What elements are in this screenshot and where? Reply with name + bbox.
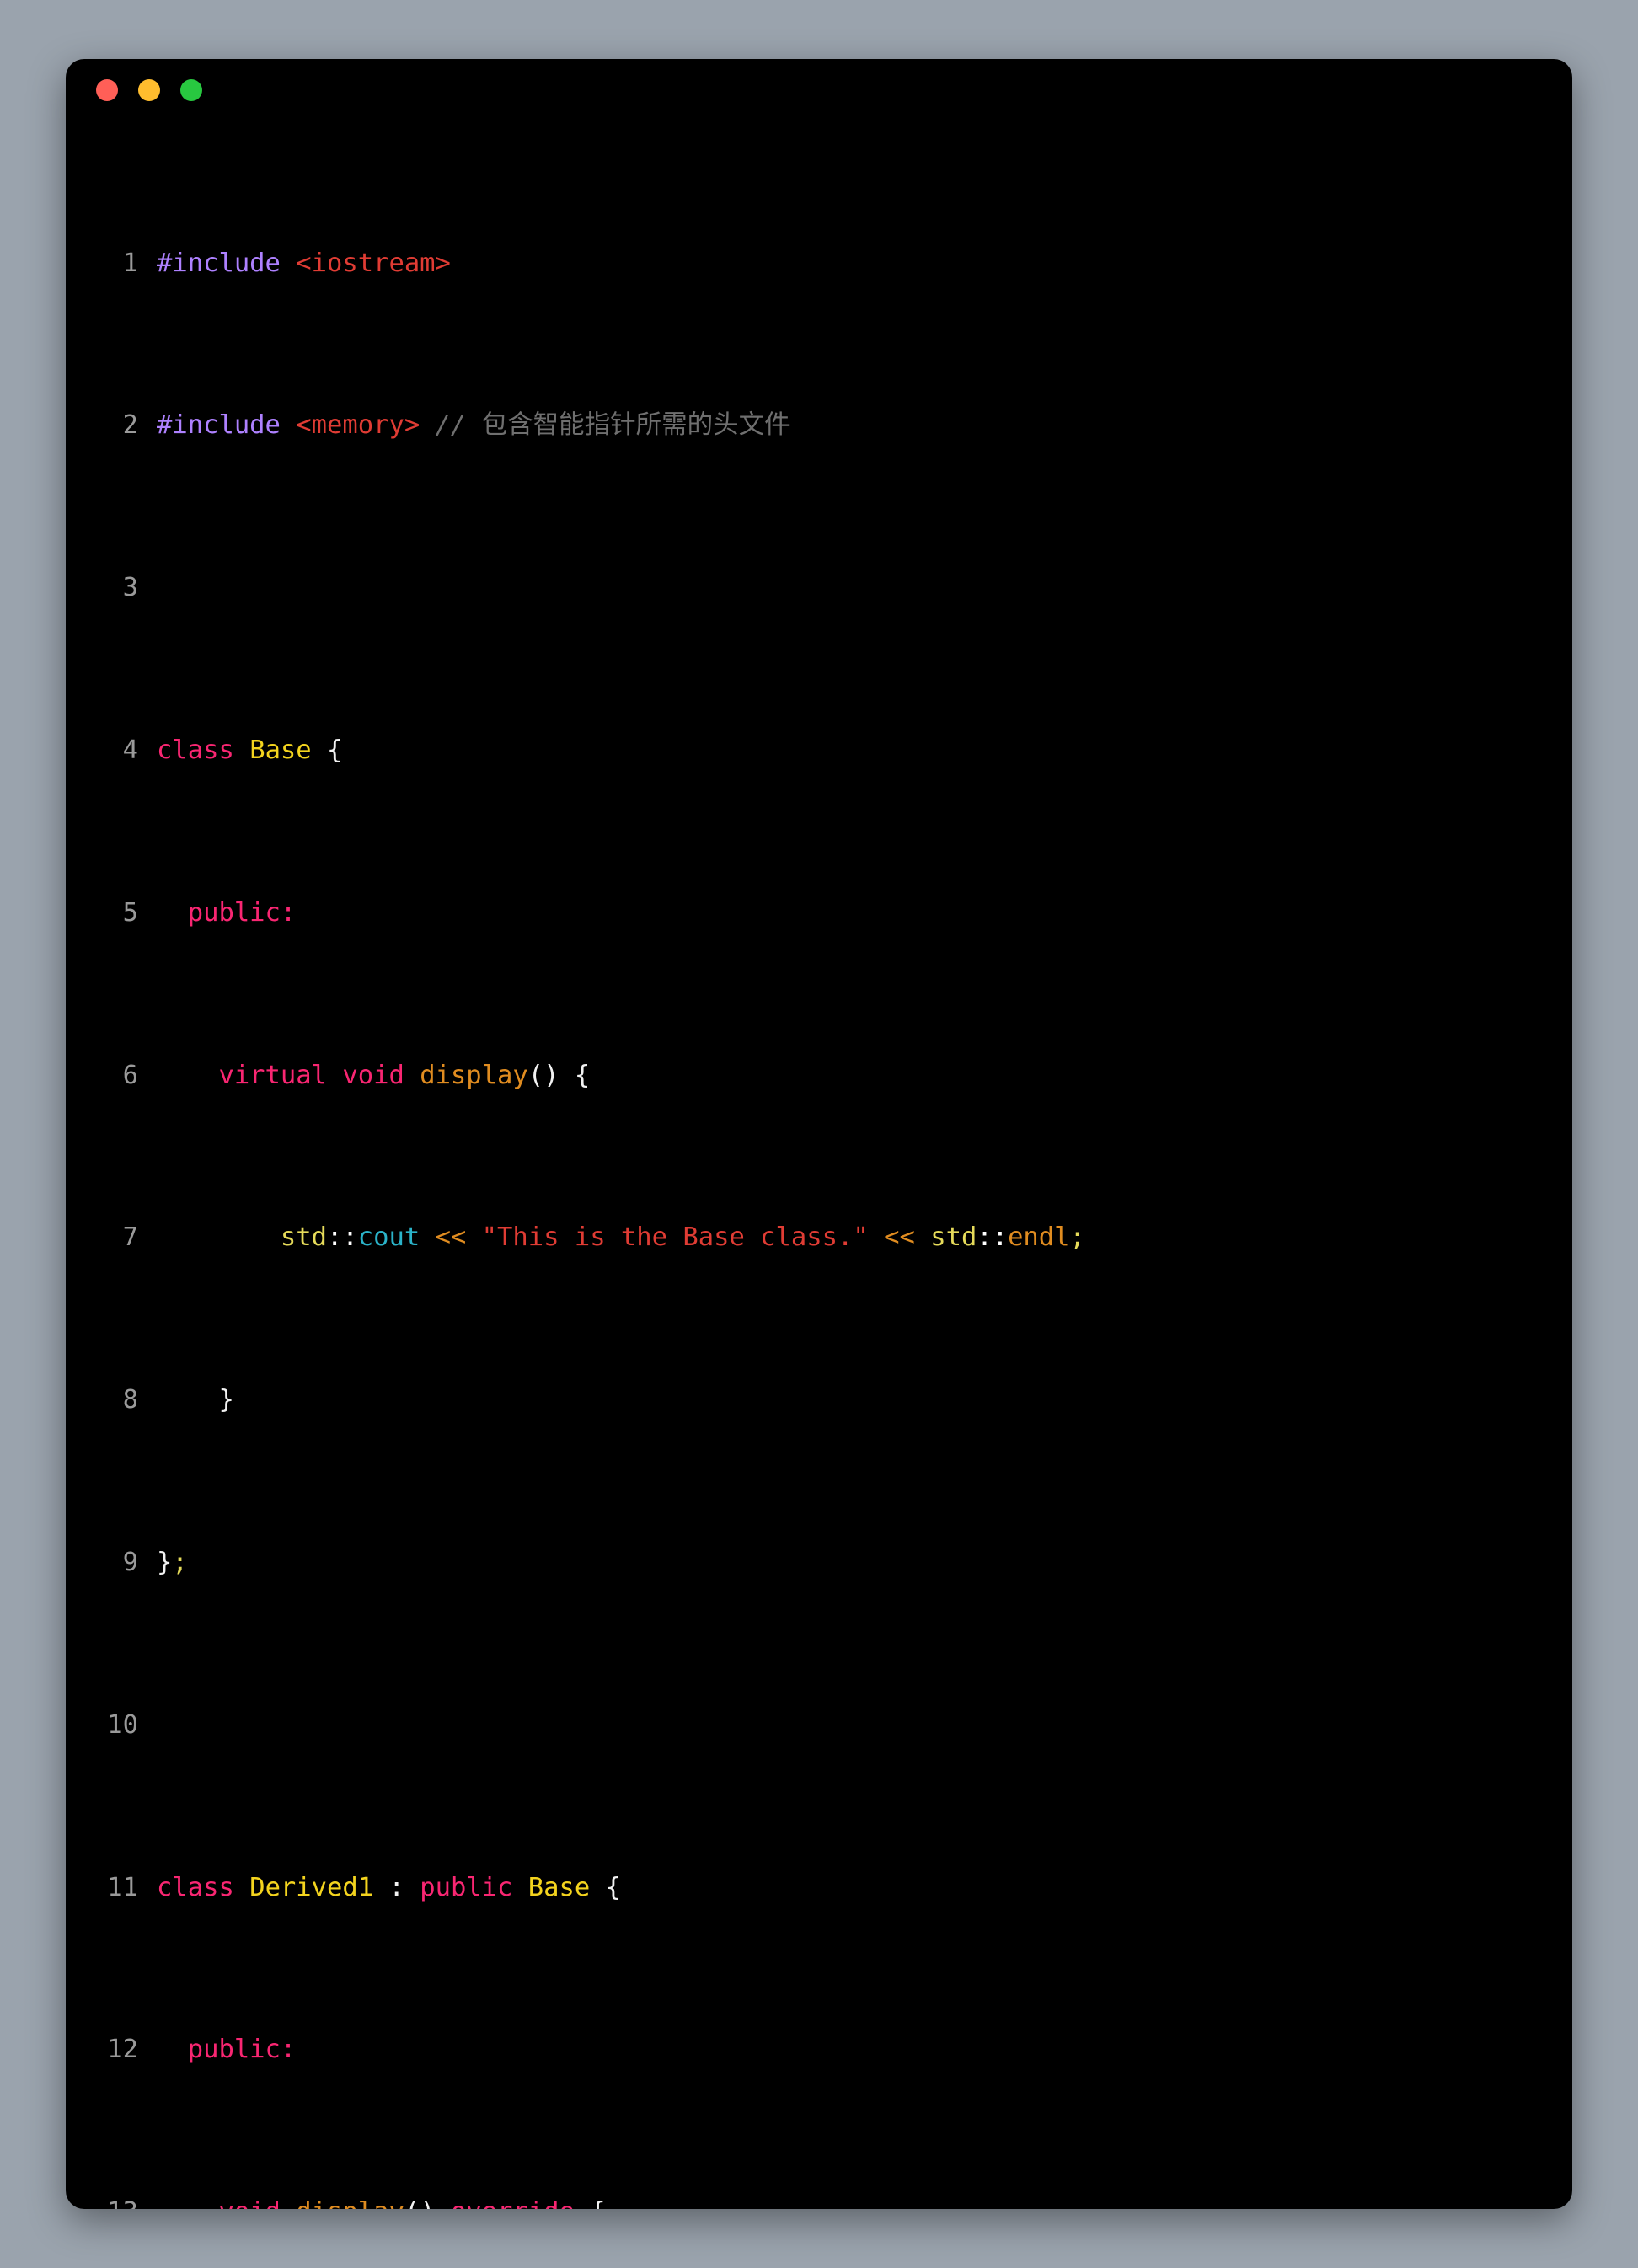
code-line-content: class Base { bbox=[157, 735, 343, 765]
line-number: 10 bbox=[107, 1709, 138, 1740]
code-line-content: std::cout << "This is the Base class." <… bbox=[280, 1222, 1085, 1253]
code-line: 6 virtual void display() { bbox=[66, 1056, 1572, 1096]
line-number: 7 bbox=[122, 1222, 138, 1253]
code-line: 1 #include <iostream> bbox=[66, 243, 1572, 284]
code-line-content: #include <memory> // 包含智能指针所需的头文件 bbox=[157, 410, 790, 441]
code-line: 3 bbox=[66, 568, 1572, 608]
window-titlebar bbox=[66, 59, 1572, 121]
code-line: 4 class Base { bbox=[66, 730, 1572, 771]
maximize-button-icon[interactable] bbox=[180, 79, 202, 101]
code-line-content: class Derived1 : public Base { bbox=[157, 1872, 621, 1902]
code-line-content: public: bbox=[187, 2035, 297, 2065]
line-number: 4 bbox=[122, 735, 138, 765]
code-editor-window: 1 #include <iostream> 2 #include <memory> … bbox=[66, 59, 1572, 2209]
code-line-content: } bbox=[218, 1385, 234, 1415]
code-line-content: virtual void display() { bbox=[218, 1060, 591, 1090]
line-number: 11 bbox=[107, 1872, 138, 1902]
code-line: 2 #include <memory> // 包含智能指针所需的头文件 bbox=[66, 405, 1572, 446]
line-number: 13 bbox=[66, 2192, 157, 2209]
code-line: 12 public: bbox=[66, 2030, 1572, 2070]
code-line: 13 void display() override { bbox=[66, 2192, 1572, 2209]
line-number: 2 bbox=[122, 410, 138, 441]
code-line-content: #include <iostream> bbox=[157, 248, 451, 278]
code-block[interactable]: 1 #include <iostream> 2 #include <memory> … bbox=[66, 121, 1572, 2209]
code-line: 8 } bbox=[66, 1380, 1572, 1420]
minimize-button-icon[interactable] bbox=[138, 79, 160, 101]
line-number: 9 bbox=[122, 1547, 138, 1577]
code-line: 9}; bbox=[66, 1543, 1572, 1583]
line-number: 5 bbox=[122, 897, 138, 928]
code-line: 11 class Derived1 : public Base { bbox=[66, 1868, 1572, 1908]
code-line: 10 bbox=[66, 1705, 1572, 1746]
code-line-content: public: bbox=[187, 897, 297, 928]
code-line-content: void display() override { bbox=[157, 2192, 1572, 2209]
line-number: 1 bbox=[122, 248, 138, 278]
code-line-content: }; bbox=[157, 1547, 188, 1577]
code-line: 5 public: bbox=[66, 893, 1572, 933]
line-number: 3 bbox=[122, 573, 138, 603]
code-line: 7 std::cout << "This is the Base class."… bbox=[66, 1217, 1572, 1258]
line-number: 8 bbox=[122, 1385, 138, 1415]
close-button-icon[interactable] bbox=[96, 79, 118, 101]
line-number: 12 bbox=[107, 2035, 138, 2065]
screenshot-root: 1 #include <iostream> 2 #include <memory> … bbox=[0, 0, 1638, 2268]
line-number: 6 bbox=[122, 1060, 138, 1090]
